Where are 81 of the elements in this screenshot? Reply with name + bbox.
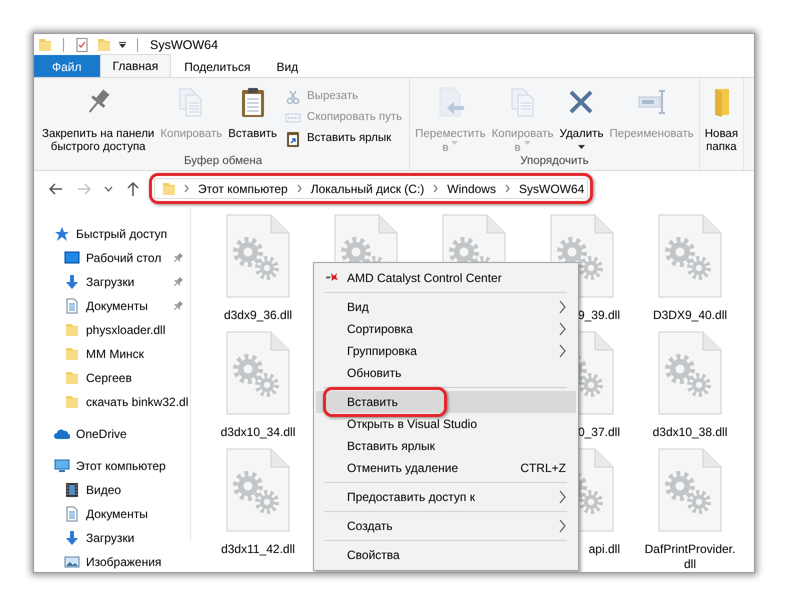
sidebar-item[interactable]: Сергеев <box>34 366 190 390</box>
breadcrumb[interactable]: Локальный диск (C:) <box>308 180 426 198</box>
menu-item[interactable]: Обновить <box>316 362 576 384</box>
menu-item[interactable]: AMD Catalyst Control Center <box>316 267 576 289</box>
ribbon-button[interactable]: Вставить ярлык <box>281 128 406 149</box>
ribbon-button[interactable]: Удалить <box>558 86 606 153</box>
sidebar-item[interactable]: Документы <box>34 294 190 318</box>
folder-icon <box>64 322 80 338</box>
folder-icon[interactable] <box>37 37 53 53</box>
ribbon-button[interactable]: Новая папка <box>702 86 740 153</box>
sidebar-item[interactable]: Загрузки <box>34 270 190 294</box>
file-name: 0_37.dll <box>578 425 621 440</box>
star-icon <box>54 226 70 242</box>
film-icon <box>64 482 80 498</box>
chevron-icon <box>296 184 303 193</box>
amd-icon <box>325 272 339 282</box>
breadcrumb[interactable]: Этот компьютер <box>196 180 290 198</box>
up-icon <box>125 180 141 196</box>
ribbon-tab[interactable]: Файл <box>34 55 100 77</box>
group-label: Буфер обмена <box>182 154 264 169</box>
new-folder-icon[interactable] <box>96 37 112 53</box>
document-icon <box>64 506 80 522</box>
breadcrumb[interactable]: SysWOW64 <box>516 180 586 198</box>
download-icon <box>64 530 80 546</box>
image-icon <box>64 554 80 570</box>
sidebar-item[interactable]: Рабочий стол <box>34 246 190 270</box>
sidebar-item[interactable]: Видео <box>34 478 190 502</box>
file-name: api.dll <box>588 542 621 557</box>
file-name: DafPrintProvider.dll <box>644 542 736 572</box>
sidebar-item[interactable]: Документы <box>34 502 190 526</box>
address-field[interactable]: Этот компьютер Локальный диск (C:) Windows SysWOW64 <box>154 178 588 199</box>
download-icon <box>64 274 80 290</box>
ribbon-tab[interactable]: Главная <box>100 54 172 77</box>
forward-icon <box>76 180 92 196</box>
breadcrumb[interactable]: Windows <box>445 180 498 198</box>
sidebar-item[interactable]: ММ Минск <box>34 342 190 366</box>
chevron-icon <box>183 184 190 193</box>
file-name: d3dx10_34.dll <box>220 425 296 440</box>
file-name: d3dx9_36.dll <box>224 308 292 323</box>
computer-icon <box>54 458 70 474</box>
menu-item[interactable]: Свойства <box>316 544 576 566</box>
sidebar-item[interactable]: Этот компьютер <box>34 454 190 478</box>
window-title: SysWOW64 <box>150 36 218 54</box>
ribbon-tab[interactable]: Поделиться <box>171 55 264 77</box>
folder-icon <box>64 394 80 410</box>
sidebar-item[interactable]: Быстрый доступ <box>34 222 190 246</box>
document-icon <box>64 298 80 314</box>
file-name: d3dx11_42.dll <box>221 542 295 557</box>
file-name: D3DX9_40.dll <box>652 308 728 323</box>
sidebar-item[interactable]: physxloader.dll <box>34 318 190 342</box>
sidebar-item[interactable]: скачать binkw32.dl <box>34 390 190 414</box>
sidebar-item[interactable]: OneDrive <box>34 422 190 446</box>
properties-icon[interactable] <box>74 37 90 53</box>
ribbon-button[interactable]: Закрепить на панели быстрого доступа <box>40 86 156 153</box>
shortcut-label: CTRL+Z <box>520 460 566 477</box>
menu-item[interactable]: Вставить ярлык <box>316 435 576 457</box>
folder-icon <box>64 346 80 362</box>
folder-icon <box>161 180 177 196</box>
file-name: 9_39.dll <box>578 308 621 323</box>
menu-item[interactable]: Открыть в Visual Studio <box>316 413 576 435</box>
menu-item[interactable]: Отменить удаление CTRL+Z <box>316 457 576 479</box>
caret-icon[interactable] <box>118 40 127 50</box>
menu-item[interactable]: Вид <box>316 296 576 318</box>
ribbon-button[interactable]: Вставить <box>226 86 280 153</box>
menu-item[interactable]: Предоставить доступ к <box>316 486 576 508</box>
back-icon <box>48 180 64 196</box>
caret-icon <box>104 186 113 192</box>
ribbon-tab[interactable]: Вид <box>263 55 312 77</box>
file-name: d3dx10_38.dll <box>652 425 728 440</box>
desktop-icon <box>64 250 80 266</box>
menu-item[interactable]: Сортировка <box>316 318 576 340</box>
paste-shortcut-icon <box>285 130 302 146</box>
sidebar-item[interactable]: Изображения <box>34 550 190 572</box>
chevron-icon <box>432 184 440 193</box>
menu-item[interactable]: Создать <box>316 515 576 537</box>
folder-icon <box>64 370 80 386</box>
scissors-icon <box>285 88 302 104</box>
group-label: Упорядочить <box>519 154 590 169</box>
chevron-icon <box>504 184 511 193</box>
sidebar-item[interactable]: Загрузки <box>34 526 190 550</box>
menu-item[interactable]: Группировка <box>316 340 576 362</box>
